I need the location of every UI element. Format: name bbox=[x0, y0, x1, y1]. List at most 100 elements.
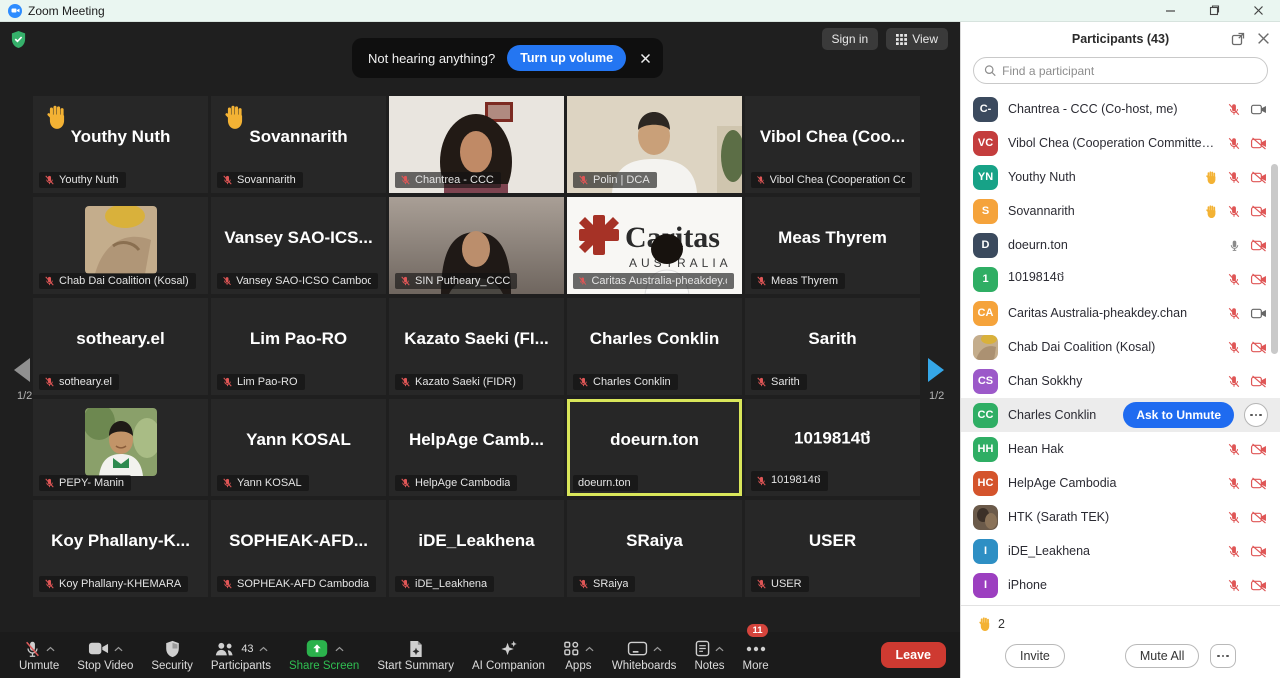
participant-name: Hean Hak bbox=[1008, 442, 1217, 456]
video-tile[interactable]: SRaiya SRaiya bbox=[567, 500, 742, 597]
video-tile[interactable]: Yann KOSAL Yann KOSAL bbox=[211, 399, 386, 496]
close-window-button[interactable] bbox=[1236, 0, 1280, 21]
more-button[interactable]: 11 More bbox=[733, 632, 777, 678]
avatar: HC bbox=[973, 471, 998, 496]
chevron-up-icon[interactable] bbox=[46, 646, 55, 652]
panel-scrollbar[interactable] bbox=[1271, 164, 1278, 354]
video-tile[interactable]: Charles Conklin Charles Conklin bbox=[567, 298, 742, 395]
unmute-button[interactable]: Unmute bbox=[10, 632, 68, 678]
tile-label: Sarith bbox=[771, 376, 800, 388]
video-tile[interactable]: SIN Putheary_CCC bbox=[389, 197, 564, 294]
video-tile[interactable]: Chantrea - CCC bbox=[389, 96, 564, 193]
start-summary-button[interactable]: Start Summary bbox=[368, 632, 463, 678]
security-button[interactable]: Security bbox=[142, 632, 202, 678]
tile-label: Kazato Saeki (FIDR) bbox=[415, 376, 516, 388]
chevron-up-icon[interactable] bbox=[335, 646, 344, 652]
participant-row[interactable]: S Sovannarith bbox=[961, 194, 1280, 228]
muted-mic-icon bbox=[578, 174, 589, 186]
next-page-arrow[interactable] bbox=[928, 358, 944, 382]
notes-button[interactable]: Notes bbox=[685, 632, 733, 678]
whiteboards-button[interactable]: Whiteboards bbox=[603, 632, 686, 678]
chevron-up-icon[interactable] bbox=[585, 646, 594, 652]
participant-row[interactable]: CS Chan Sokkhy bbox=[961, 364, 1280, 398]
muted-mic-icon bbox=[400, 578, 411, 590]
turn-up-volume-button[interactable]: Turn up volume bbox=[507, 45, 626, 71]
video-tile[interactable]: Polin | DCA bbox=[567, 96, 742, 193]
video-tile[interactable]: 1019814ថ 1019814ថ bbox=[745, 399, 920, 496]
toast-close-icon[interactable] bbox=[640, 53, 651, 64]
video-tile[interactable]: Youthy Nuth Youthy Nuth bbox=[33, 96, 208, 193]
tile-name: SOPHEAK-AFD... bbox=[211, 531, 386, 551]
ai-companion-button[interactable]: AI Companion bbox=[463, 632, 554, 678]
stop-video-button[interactable]: Stop Video bbox=[68, 632, 142, 678]
video-tile[interactable]: Meas Thyrem Meas Thyrem bbox=[745, 197, 920, 294]
participant-name: iDE_Leakhena bbox=[1008, 544, 1217, 558]
minimize-button[interactable] bbox=[1148, 0, 1192, 21]
participant-row[interactable]: HC HelpAge Cambodia bbox=[961, 466, 1280, 500]
security-shield-icon[interactable] bbox=[10, 30, 27, 54]
previous-page-arrow[interactable] bbox=[14, 358, 30, 382]
video-tile[interactable]: Sovannarith Sovannarith bbox=[211, 96, 386, 193]
mute-all-button[interactable]: Mute All bbox=[1125, 644, 1199, 668]
ask-to-unmute-button[interactable]: Ask to Unmute bbox=[1123, 402, 1234, 428]
zoom-logo-icon bbox=[8, 4, 22, 18]
tile-label: Meas Thyrem bbox=[771, 275, 838, 287]
tile-label: Yann KOSAL bbox=[237, 477, 302, 489]
participant-row[interactable]: YN Youthy Nuth bbox=[961, 160, 1280, 194]
participant-row[interactable]: Chab Dai Coalition (Kosal) bbox=[961, 330, 1280, 364]
close-panel-icon[interactable] bbox=[1257, 32, 1270, 45]
video-tile[interactable]: CaritasAUSTRALIA Caritas Australia-pheak… bbox=[567, 197, 742, 294]
tile-label: Polin | DCA bbox=[593, 174, 650, 186]
video-tile[interactable]: Kazato Saeki (FI... Kazato Saeki (FIDR) bbox=[389, 298, 564, 395]
video-tile[interactable]: PEPY- Manin bbox=[33, 399, 208, 496]
participant-name: iPhone bbox=[1008, 578, 1217, 592]
participant-row[interactable]: C- Chantrea - CCC (Co-host, me) bbox=[961, 92, 1280, 126]
participant-row[interactable]: 1 1019814ថ bbox=[961, 262, 1280, 296]
video-tile[interactable]: iDE_Leakhena iDE_Leakhena bbox=[389, 500, 564, 597]
participant-row[interactable]: VC Vibol Chea (Cooperation Committee f..… bbox=[961, 126, 1280, 160]
chevron-up-icon[interactable] bbox=[653, 646, 662, 652]
video-tile[interactable]: Lim Pao-RO Lim Pao-RO bbox=[211, 298, 386, 395]
participant-row[interactable]: HH Hean Hak bbox=[961, 432, 1280, 466]
popout-icon[interactable] bbox=[1231, 32, 1245, 46]
view-button[interactable]: View bbox=[886, 28, 948, 50]
participants-button[interactable]: 43 Participants bbox=[202, 632, 280, 678]
camera-off-icon bbox=[1250, 579, 1268, 592]
profile-picture bbox=[85, 408, 157, 476]
participant-row[interactable]: I iPhone bbox=[961, 568, 1280, 602]
avatar: VC bbox=[973, 131, 998, 156]
participant-row[interactable]: CA Caritas Australia-pheakdey.chan bbox=[961, 296, 1280, 330]
video-tile[interactable]: Vibol Chea (Coo... Vibol Chea (Cooperati… bbox=[745, 96, 920, 193]
camera-off-icon bbox=[1250, 477, 1268, 490]
panel-more-button[interactable] bbox=[1210, 644, 1236, 668]
chevron-up-icon[interactable] bbox=[259, 646, 268, 652]
participant-row[interactable]: I iDE_Leakhena bbox=[961, 534, 1280, 568]
apps-button[interactable]: Apps bbox=[554, 632, 603, 678]
maximize-button[interactable] bbox=[1192, 0, 1236, 21]
leave-button[interactable]: Leave bbox=[881, 642, 946, 668]
participant-row[interactable]: HTK (Sarath TEK) bbox=[961, 500, 1280, 534]
video-tile-active-speaker[interactable]: doeurn.ton doeurn.ton bbox=[567, 399, 742, 496]
share-screen-button[interactable]: Share Screen bbox=[280, 632, 368, 678]
video-tile[interactable]: Sarith Sarith bbox=[745, 298, 920, 395]
sign-in-button[interactable]: Sign in bbox=[822, 28, 879, 50]
video-tile[interactable]: Koy Phallany-K... Koy Phallany-KHEMARA bbox=[33, 500, 208, 597]
video-tile[interactable]: HelpAge Camb... HelpAge Cambodia bbox=[389, 399, 564, 496]
participant-row-hovered[interactable]: CC Charles Conklin Ask to Unmute bbox=[961, 398, 1280, 432]
camera-on-icon bbox=[1250, 103, 1268, 116]
invite-button[interactable]: Invite bbox=[1005, 644, 1065, 668]
video-tile[interactable]: sotheary.el sotheary.el bbox=[33, 298, 208, 395]
chevron-up-icon[interactable] bbox=[715, 646, 724, 652]
participant-search[interactable] bbox=[973, 57, 1268, 84]
video-tile[interactable]: Vansey SAO-ICS... Vansey SAO-ICSO Cambod… bbox=[211, 197, 386, 294]
search-input[interactable] bbox=[1002, 64, 1257, 78]
participant-name: Chab Dai Coalition (Kosal) bbox=[1008, 340, 1217, 354]
svg-text:AUSTRALIA: AUSTRALIA bbox=[629, 256, 732, 270]
chevron-up-icon[interactable] bbox=[114, 646, 123, 652]
participant-row[interactable]: D doeurn.ton bbox=[961, 228, 1280, 262]
participant-more-button[interactable] bbox=[1244, 403, 1268, 427]
video-tile[interactable]: Chab Dai Coalition (Kosal) bbox=[33, 197, 208, 294]
video-tile[interactable]: USER USER bbox=[745, 500, 920, 597]
muted-mic-icon bbox=[44, 376, 55, 388]
video-tile[interactable]: SOPHEAK-AFD... SOPHEAK-AFD Cambodia bbox=[211, 500, 386, 597]
